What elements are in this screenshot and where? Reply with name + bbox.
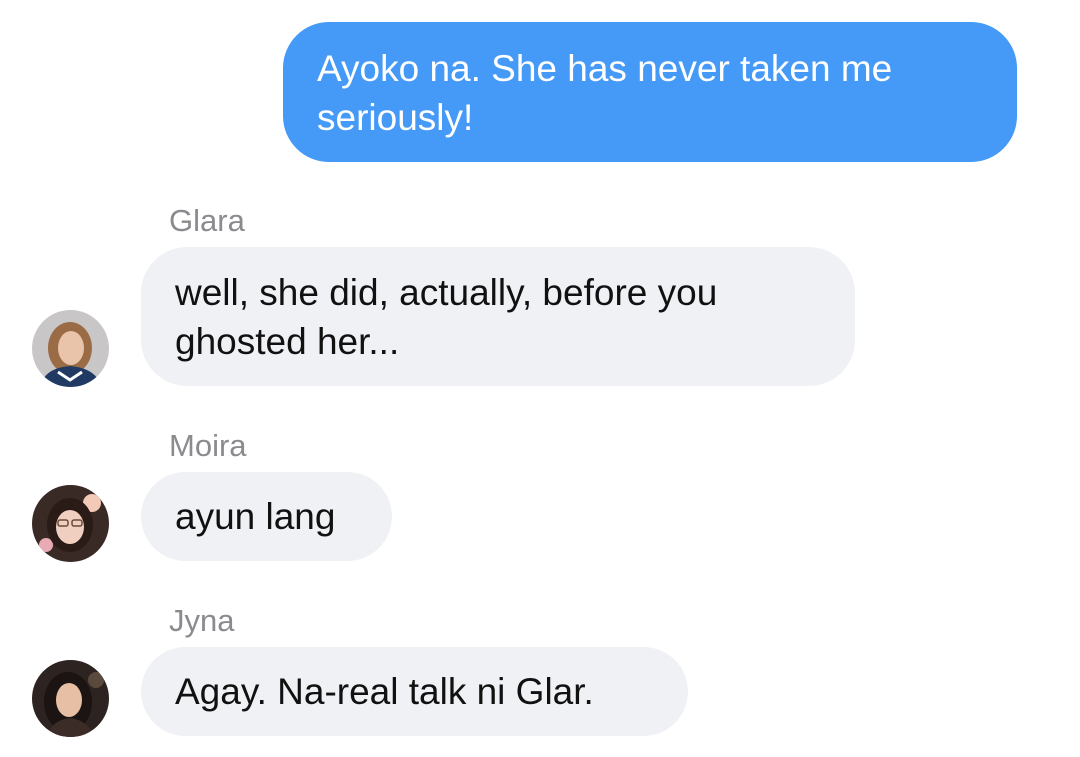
message-text: Ayoko na. She has never taken me serious… [317,48,893,138]
outgoing-message-bubble[interactable]: Ayoko na. She has never taken me serious… [283,22,1017,162]
message-text: Agay. Na-real talk ni Glar. [175,671,594,712]
sender-name-jyna: Jyna [169,603,235,638]
incoming-message-bubble[interactable]: ayun lang [141,472,392,561]
sender-name-glara: Glara [169,203,245,238]
sender-name-moira: Moira [169,428,247,463]
message-text: well, she did, actually, before you ghos… [175,272,718,362]
incoming-message-bubble[interactable]: Agay. Na-real talk ni Glar. [141,647,688,736]
jyna-avatar[interactable] [32,660,109,737]
moira-avatar[interactable] [32,485,109,562]
incoming-message-bubble[interactable]: well, she did, actually, before you ghos… [141,247,855,386]
glara-avatar[interactable] [32,310,109,387]
chat-thread: Ayoko na. She has never taken me serious… [0,0,1080,757]
message-text: ayun lang [175,496,336,537]
